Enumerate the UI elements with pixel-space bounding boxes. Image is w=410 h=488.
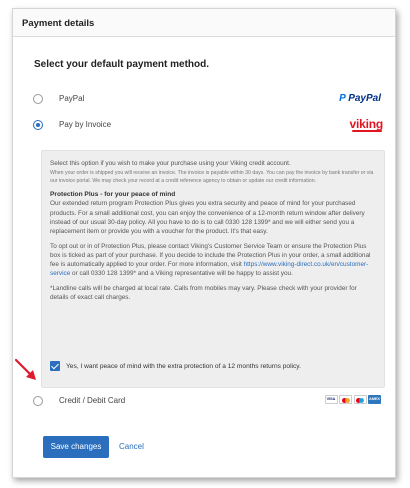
- amex-icon: AMEX: [368, 395, 381, 404]
- invoice-label: Pay by Invoice: [59, 120, 112, 129]
- card-label: Credit / Debit Card: [59, 396, 126, 405]
- section-subtitle: Select your default payment method.: [34, 59, 210, 70]
- protection-text: Our extended return program Protection P…: [50, 200, 365, 236]
- payment-option-card[interactable]: Credit / Debit Card VISA AMEX: [29, 393, 387, 411]
- cancel-button[interactable]: Cancel: [119, 436, 144, 458]
- protection-plus-checkbox[interactable]: [50, 361, 60, 371]
- viking-logo: viking: [349, 117, 383, 132]
- protection-heading: Protection Plus - for your peace of mind: [50, 190, 176, 198]
- visa-icon: VISA: [324, 395, 338, 404]
- save-changes-button[interactable]: Save changes: [43, 436, 109, 458]
- invoice-radio[interactable]: [33, 120, 43, 130]
- invoice-info-box: Select this option if you wish to make y…: [41, 150, 385, 388]
- paypal-logo: P PayPal: [339, 93, 381, 104]
- protection-plus-checkbox-row[interactable]: Yes, I want peace of mind with the extra…: [50, 360, 380, 374]
- annotation-arrow-icon: [14, 358, 36, 380]
- payment-option-paypal[interactable]: PayPal P PayPal: [29, 91, 387, 109]
- protection-plus-checkbox-label: Yes, I want peace of mind with the extra…: [66, 363, 301, 370]
- panel-header: Payment details: [13, 9, 395, 37]
- invoice-small-print: When your order is shipped you will rece…: [50, 170, 374, 184]
- landline-note: *Landline calls will be charged at local…: [50, 284, 357, 301]
- maestro-icon: [353, 395, 367, 404]
- payment-option-invoice[interactable]: Pay by Invoice viking: [29, 117, 387, 135]
- paypal-radio[interactable]: [33, 94, 43, 104]
- optout-text: To opt out or in of Protection Plus, ple…: [50, 242, 371, 278]
- payment-details-panel: Payment details Select your default paym…: [12, 8, 396, 478]
- card-radio[interactable]: [33, 396, 43, 406]
- panel-title: Payment details: [22, 18, 95, 29]
- mastercard-icon: [339, 395, 352, 404]
- paypal-label: PayPal: [59, 94, 85, 103]
- invoice-intro-text: Select this option if you wish to make y…: [50, 160, 291, 167]
- card-logos: VISA AMEX: [324, 395, 381, 404]
